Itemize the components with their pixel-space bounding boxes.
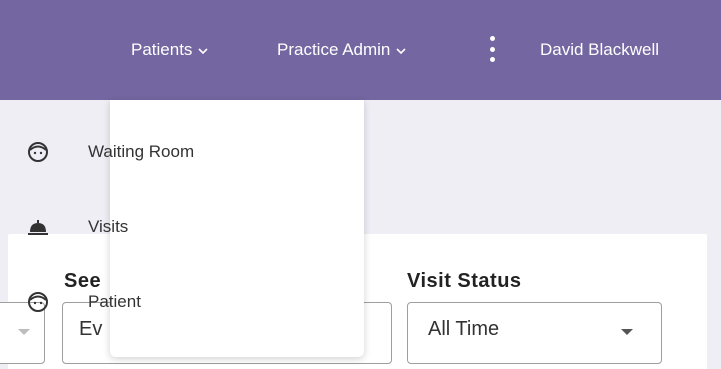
visit-status-value: All Time <box>428 318 500 340</box>
menu-item-label: Patient <box>88 292 141 311</box>
visit-status-label: Visit Status <box>407 270 522 292</box>
visit-status-select[interactable]: All Time <box>407 302 662 364</box>
user-menu[interactable]: David Blackwell <box>540 40 659 60</box>
menu-item-visits[interactable]: Visits <box>0 197 254 257</box>
more-vertical-icon[interactable] <box>486 34 498 64</box>
top-nav-bar: Patients Practice Admin David Blackwell <box>0 0 721 100</box>
bell-icon <box>27 216 49 238</box>
user-name: David Blackwell <box>540 40 660 59</box>
nav-practice-admin-label: Practice Admin <box>277 40 391 59</box>
chevron-down-icon <box>198 40 209 60</box>
menu-item-patient[interactable]: Patient <box>0 272 254 332</box>
nav-patients[interactable]: Patients <box>131 40 209 60</box>
nav-patients-label: Patients <box>131 40 193 59</box>
menu-item-waiting-room[interactable]: Waiting Room <box>0 122 254 182</box>
chevron-down-icon <box>396 40 406 60</box>
menu-item-label: Visits <box>88 217 129 236</box>
nav-practice-admin[interactable]: Practice Admin <box>277 40 406 60</box>
face-icon <box>27 291 49 313</box>
face-icon <box>27 141 49 163</box>
caret-down-icon <box>621 329 633 335</box>
page: Patients Practice Admin David Blackwell … <box>0 0 721 369</box>
menu-item-label: Waiting Room <box>88 142 195 161</box>
